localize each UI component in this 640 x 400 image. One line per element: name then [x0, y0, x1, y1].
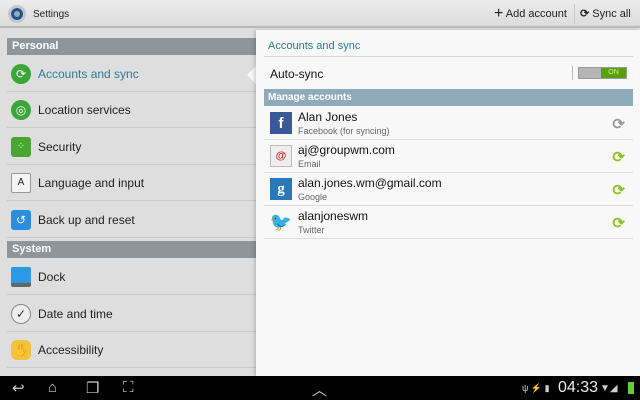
screenshot-icon[interactable]: ⛶ — [123, 379, 134, 396]
sidebar-item-location-services[interactable]: ◎ Location services — [7, 92, 256, 128]
divider — [574, 4, 575, 24]
account-type: Twitter — [298, 225, 325, 235]
clock-icon: ✓ — [11, 303, 31, 324]
sidebar-item-language-and-input[interactable]: A Language and input — [7, 165, 256, 201]
sidebar-item-accessibility[interactable]: ✋ Accessibility — [7, 332, 256, 368]
home-icon[interactable]: ⌂ — [48, 379, 57, 396]
sync-all-label: Sync all — [592, 8, 631, 20]
section-header-system: System — [7, 241, 256, 258]
google-icon: g — [270, 178, 292, 200]
sidebar-item-label: Date and time — [38, 306, 113, 321]
account-name: alanjoneswm — [298, 209, 369, 223]
sidebar-item-label: Location services — [38, 102, 131, 117]
account-google[interactable]: g alan.jones.wm@gmail.com Google ⟳ — [264, 173, 633, 206]
back-icon[interactable]: ↩ — [12, 379, 25, 397]
sync-icon: ⟳ — [580, 8, 590, 20]
sidebar-item-security[interactable]: ⁘ Security — [7, 129, 256, 165]
sync-icon: ⟳ — [11, 63, 31, 84]
sidebar-item-label: Accounts and sync — [38, 66, 139, 81]
sidebar-item-dock[interactable]: Dock — [7, 259, 256, 295]
settings-sidebar: Personal ⟳ Accounts and sync ◎ Location se… — [0, 30, 256, 376]
sync-icon[interactable]: ⟳ — [612, 115, 625, 133]
app-title: Settings — [33, 9, 70, 20]
account-type: Facebook (for syncing) — [298, 126, 390, 136]
account-type: Google — [298, 192, 328, 202]
sync-icon[interactable]: ⟳ — [612, 214, 625, 232]
divider — [264, 56, 633, 57]
sync-all-button[interactable]: ⟳ Sync all — [580, 7, 631, 20]
system-navigation-bar: ↩ ⌂ ❐ ⛶ ︿ ψ ⚡ ▮ 04:33 ▼◢ — [0, 376, 640, 400]
sidebar-item-label: Language and input — [38, 175, 145, 190]
plus-icon: + — [494, 5, 504, 22]
account-name: alan.jones.wm@gmail.com — [298, 176, 442, 190]
account-email[interactable]: @ aj@groupwm.com Email ⟳ — [264, 140, 633, 173]
recent-apps-icon[interactable]: ❐ — [86, 379, 99, 397]
account-facebook[interactable]: f Alan Jones Facebook (for syncing) ⟳ — [264, 107, 633, 140]
settings-gear-icon[interactable] — [8, 5, 26, 23]
email-icon: @ — [270, 145, 292, 167]
action-bar: Settings + Add account ⟳ Sync all — [0, 0, 640, 28]
page-title: Accounts and sync — [268, 40, 361, 52]
add-account-button[interactable]: + Add account — [494, 5, 567, 23]
sidebar-item-label: Security — [38, 139, 82, 154]
backup-icon: ↺ — [11, 209, 31, 230]
sidebar-item-label: Accessibility — [38, 342, 104, 357]
section-header-personal: Personal — [7, 38, 256, 55]
account-name: aj@groupwm.com — [298, 143, 395, 157]
sidebar-item-back-up-and-reset[interactable]: ↺ Back up and reset — [7, 202, 256, 238]
location-icon: ◎ — [11, 99, 31, 120]
wifi-signal-icon: ▼◢ — [600, 383, 618, 394]
account-twitter[interactable]: 🐦 alanjoneswm Twitter ⟳ — [264, 206, 633, 239]
security-grid-icon: ⁘ — [11, 136, 31, 157]
twitter-bird-icon: 🐦 — [269, 211, 293, 232]
account-name: Alan Jones — [298, 110, 358, 124]
autosync-label: Auto-sync — [270, 67, 324, 81]
dock-icon — [11, 266, 31, 287]
facebook-icon: f — [270, 112, 292, 134]
add-account-label: Add account — [505, 7, 567, 20]
language-icon: A — [11, 172, 31, 193]
divider — [572, 66, 573, 80]
chevron-up-icon[interactable]: ︿ — [312, 379, 327, 400]
toggle-on-label: ON — [601, 68, 626, 78]
manage-accounts-header: Manage accounts — [264, 89, 633, 106]
sidebar-item-accounts-and-sync[interactable]: ⟳ Accounts and sync — [7, 56, 256, 92]
autosync-toggle[interactable]: ON — [578, 67, 627, 79]
clock-time: 04:33 — [558, 379, 599, 396]
selection-pointer — [247, 66, 256, 84]
battery-icon — [628, 382, 634, 394]
sidebar-item-label: Back up and reset — [38, 212, 135, 227]
account-type: Email — [298, 159, 321, 169]
sync-icon[interactable]: ⟳ — [612, 181, 625, 199]
sidebar-item-label: Dock — [38, 269, 66, 284]
sync-icon[interactable]: ⟳ — [612, 148, 625, 166]
hand-icon: ✋ — [11, 339, 31, 360]
sidebar-item-date-and-time[interactable]: ✓ Date and time — [7, 296, 256, 332]
usb-icon: ψ ⚡ ▮ — [522, 383, 550, 393]
